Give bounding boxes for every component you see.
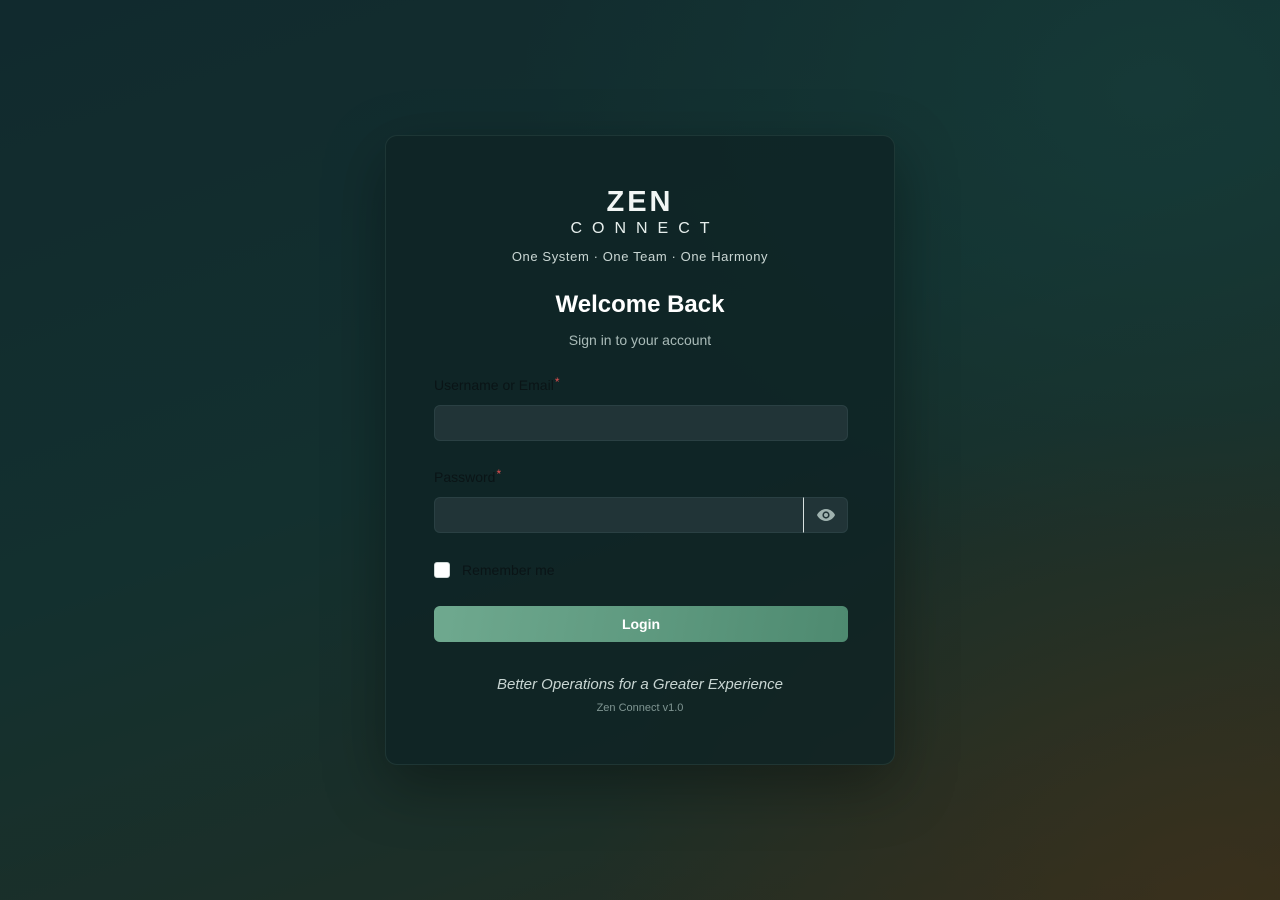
toggle-password-visibility-button[interactable] <box>803 497 848 533</box>
password-input[interactable] <box>434 497 804 533</box>
eye-icon <box>816 509 835 521</box>
login-button[interactable]: Login <box>434 606 848 642</box>
remember-me-row[interactable]: Remember me <box>434 562 555 578</box>
username-label: Username or Email* <box>434 375 560 393</box>
login-card: ZEN CONNECT One System · One Team · One … <box>385 135 895 765</box>
footer-motto: Better Operations for a Greater Experien… <box>497 676 783 693</box>
required-marker: * <box>554 375 560 389</box>
version-label: Zen Connect v1.0 <box>596 702 684 714</box>
remember-me-label[interactable]: Remember me <box>462 562 555 578</box>
username-input[interactable] <box>434 405 848 441</box>
required-marker: * <box>496 467 502 481</box>
password-field-group <box>434 497 848 533</box>
brand-logo-zen: ZEN <box>606 186 674 218</box>
page-title: Welcome Back <box>555 291 725 318</box>
password-label: Password* <box>434 467 502 485</box>
username-label-text: Username or Email <box>434 377 554 393</box>
brand-tagline: One System · One Team · One Harmony <box>511 249 769 264</box>
password-label-text: Password <box>434 469 496 485</box>
brand-logo-connect: CONNECT <box>570 220 720 237</box>
page-subtitle: Sign in to your account <box>568 332 712 348</box>
remember-me-checkbox[interactable] <box>434 562 450 578</box>
